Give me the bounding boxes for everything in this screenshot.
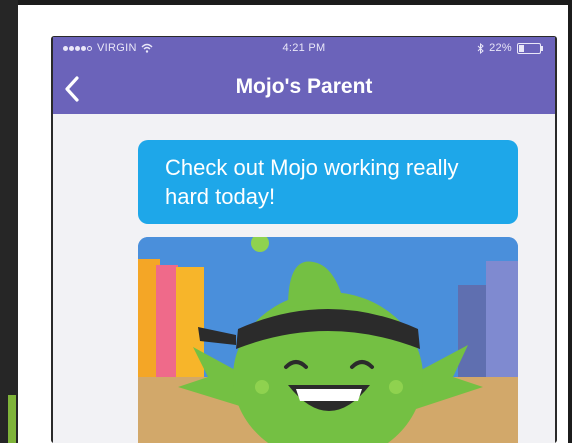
left-edge-accent — [8, 395, 16, 443]
message-text: Check out Mojo working really hard today… — [165, 155, 459, 209]
status-bar-right: 22% — [477, 42, 543, 54]
battery-percent: 22% — [489, 42, 512, 54]
battery-icon — [517, 42, 543, 54]
message-bubble[interactable]: Check out Mojo working really hard today… — [138, 140, 518, 224]
left-backdrop — [0, 0, 18, 443]
phone-screen: VIRGIN 4:21 PM 22% Mojo's Parent Check o… — [53, 37, 555, 443]
message-image[interactable] — [138, 237, 518, 443]
page-title: Mojo's Parent — [235, 75, 373, 98]
mojo-monster-illustration — [138, 237, 518, 443]
navigation-bar: VIRGIN 4:21 PM 22% Mojo's Parent — [53, 37, 555, 114]
bluetooth-icon — [477, 42, 484, 54]
